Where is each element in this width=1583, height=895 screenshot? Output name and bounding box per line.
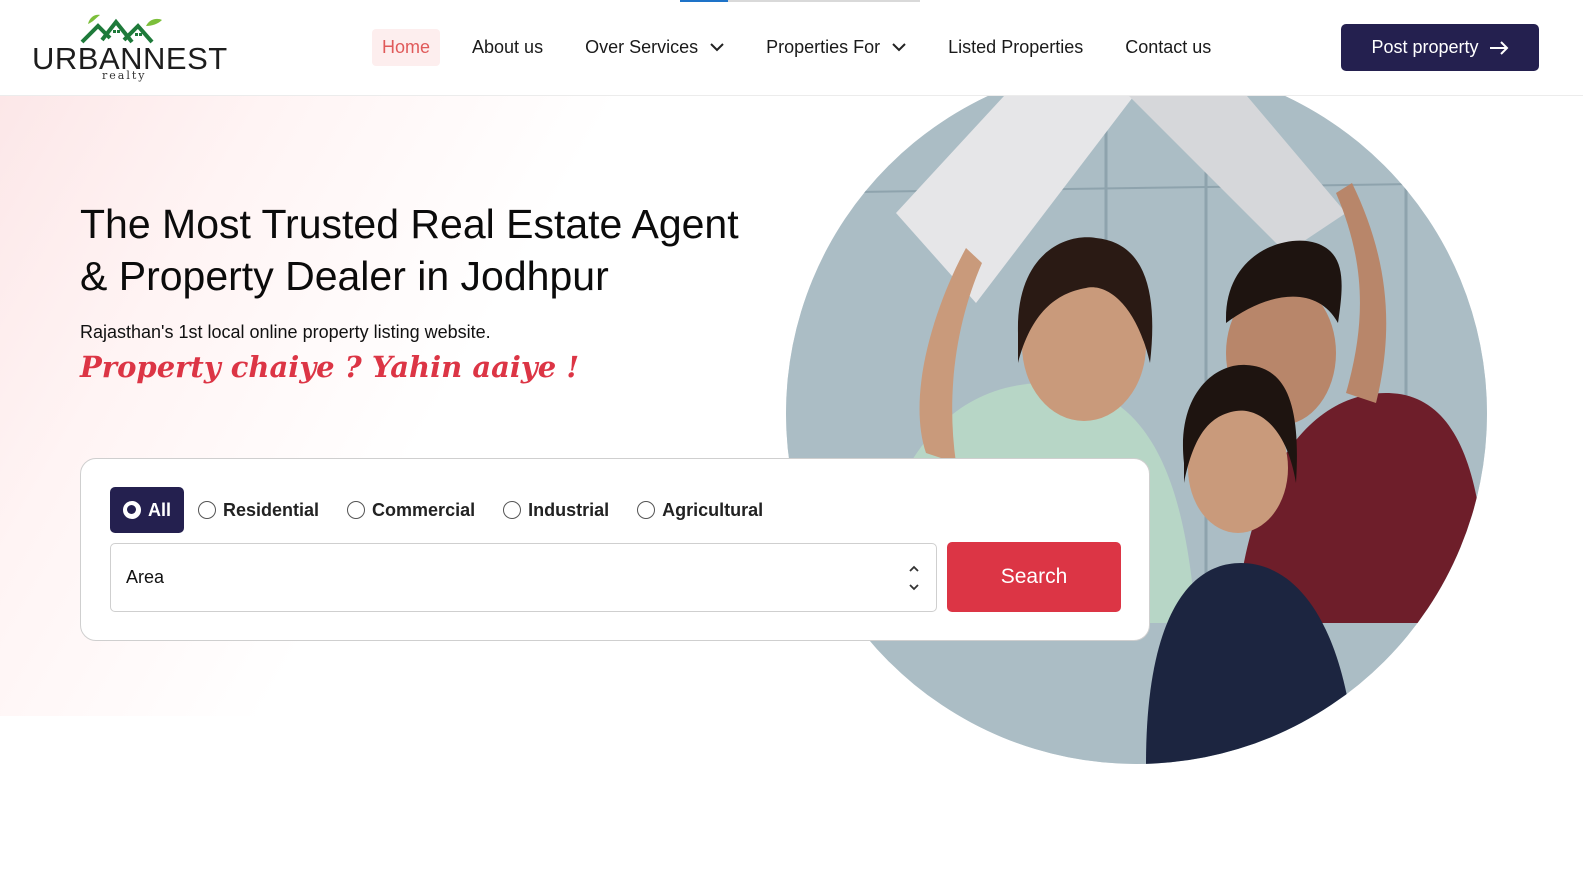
- nav-item-label: Contact us: [1125, 36, 1212, 57]
- nav-item-label: Properties For: [766, 36, 881, 57]
- type-label: Industrial: [528, 499, 610, 520]
- property-type-radio-group: All Residential Commercial Industrial Ag…: [110, 487, 791, 533]
- chevron-down-icon: [892, 42, 906, 51]
- nav-item-listed-properties[interactable]: Listed Properties: [938, 29, 1093, 66]
- main-nav: Home About us Over Services Properties F…: [372, 28, 1243, 66]
- logo-sub-text: realty: [102, 69, 147, 82]
- headline-line-2: & Property Dealer in Jodhpur: [80, 253, 609, 299]
- site-header: URBANNEST realty Home About us Over Serv…: [0, 0, 1583, 96]
- type-label: Commercial: [372, 499, 476, 520]
- nav-item-label: About us: [472, 36, 544, 57]
- nav-item-about[interactable]: About us: [462, 29, 553, 66]
- radio-icon: [637, 501, 656, 519]
- hero-tagline: Property chaiye ? Yahin aaiye !: [80, 350, 580, 384]
- nav-item-properties-for[interactable]: Properties For: [756, 29, 916, 66]
- area-select-value: Area: [126, 567, 165, 587]
- type-label: All: [148, 499, 172, 520]
- nav-item-label: Over Services: [585, 36, 699, 57]
- radio-icon: [503, 501, 522, 519]
- type-label: Agricultural: [662, 499, 764, 520]
- radio-icon: [347, 501, 366, 519]
- nav-item-services[interactable]: Over Services: [575, 29, 734, 66]
- headline-line-1: The Most Trusted Real Estate Agent: [80, 201, 739, 247]
- page-load-indicator: [680, 0, 920, 2]
- type-radio-industrial[interactable]: Industrial: [503, 487, 609, 533]
- site-logo[interactable]: URBANNEST realty: [30, 12, 227, 84]
- radio-icon: [198, 501, 217, 519]
- radio-icon: [123, 501, 141, 519]
- arrow-right-icon: [1489, 40, 1508, 55]
- chevron-down-icon: [710, 42, 724, 51]
- type-radio-residential[interactable]: Residential: [198, 487, 319, 533]
- type-radio-agricultural[interactable]: Agricultural: [637, 487, 763, 533]
- type-label: Residential: [223, 499, 320, 520]
- area-select[interactable]: Area: [110, 543, 937, 612]
- property-search-card: All Residential Commercial Industrial Ag…: [80, 458, 1150, 641]
- post-property-button[interactable]: Post property: [1341, 24, 1539, 71]
- select-updown-icon: [909, 565, 919, 591]
- type-radio-all[interactable]: All: [110, 487, 185, 533]
- nav-item-label: Home: [382, 36, 431, 57]
- type-radio-commercial[interactable]: Commercial: [347, 487, 475, 533]
- hero-headline: The Most Trusted Real Estate Agent & Pro…: [80, 198, 780, 302]
- house-roofs-logo-icon: [80, 14, 162, 44]
- nav-item-label: Listed Properties: [948, 36, 1084, 57]
- nav-item-home[interactable]: Home: [372, 28, 441, 66]
- family-under-paper-roof-photo: [786, 63, 1487, 764]
- search-button[interactable]: Search: [947, 542, 1121, 612]
- hero-subline: Rajasthan's 1st local online property li…: [80, 322, 491, 342]
- nav-item-contact[interactable]: Contact us: [1115, 29, 1221, 66]
- post-property-label: Post property: [1371, 37, 1479, 57]
